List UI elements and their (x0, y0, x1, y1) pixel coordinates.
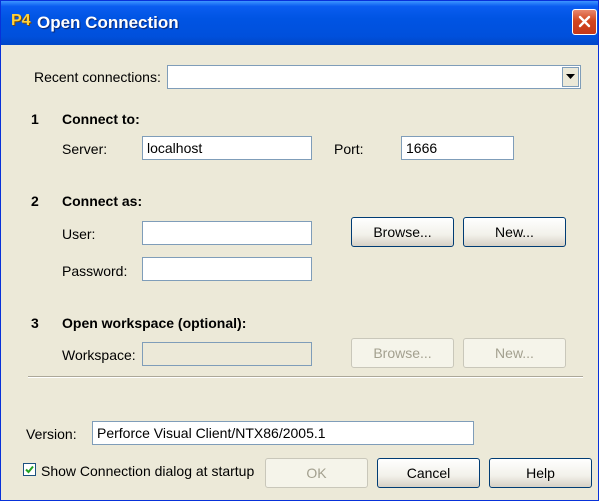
section-2-number: 2 (31, 193, 39, 209)
close-button[interactable] (572, 9, 597, 35)
server-label: Server: (62, 141, 108, 157)
open-connection-dialog: P4 Open Connection Recent connections: 1… (0, 0, 599, 501)
workspace-browse-button[interactable]: Browse... (351, 338, 454, 368)
user-input[interactable] (142, 221, 312, 245)
password-label: Password: (62, 263, 128, 279)
user-label: User: (62, 226, 96, 242)
separator-line (28, 376, 583, 378)
window-title: Open Connection (37, 13, 179, 32)
title-bar[interactable]: P4 Open Connection (1, 1, 598, 45)
workspace-input[interactable] (142, 342, 312, 366)
recent-connections-select[interactable] (167, 65, 581, 89)
server-input[interactable]: localhost (142, 136, 312, 160)
dropdown-button[interactable] (562, 67, 579, 87)
workspace-new-button[interactable]: New... (463, 338, 566, 368)
section-open-workspace-title: Open workspace (optional): (62, 315, 247, 331)
section-connect-as-title: Connect as: (62, 193, 143, 209)
version-label: Version: (26, 426, 77, 442)
port-input[interactable]: 1666 (401, 136, 514, 160)
password-input[interactable] (142, 257, 312, 281)
user-browse-button[interactable]: Browse... (351, 217, 454, 247)
cancel-button[interactable]: Cancel (377, 458, 480, 488)
recent-connections-label: Recent connections: (34, 69, 161, 85)
section-3-number: 3 (31, 315, 39, 331)
port-label: Port: (334, 141, 364, 157)
startup-checkbox[interactable] (23, 463, 36, 476)
version-field: Perforce Visual Client/NTX86/2005.1 (92, 421, 474, 445)
user-new-button[interactable]: New... (463, 217, 566, 247)
workspace-label: Workspace: (62, 347, 136, 363)
perforce-p4-icon: P4 (11, 12, 31, 29)
help-button[interactable]: Help (489, 458, 592, 488)
section-connect-to-title: Connect to: (62, 111, 140, 127)
ok-button[interactable]: OK (265, 458, 368, 488)
startup-checkbox-label[interactable]: Show Connection dialog at startup (41, 463, 254, 479)
section-1-number: 1 (31, 111, 39, 127)
